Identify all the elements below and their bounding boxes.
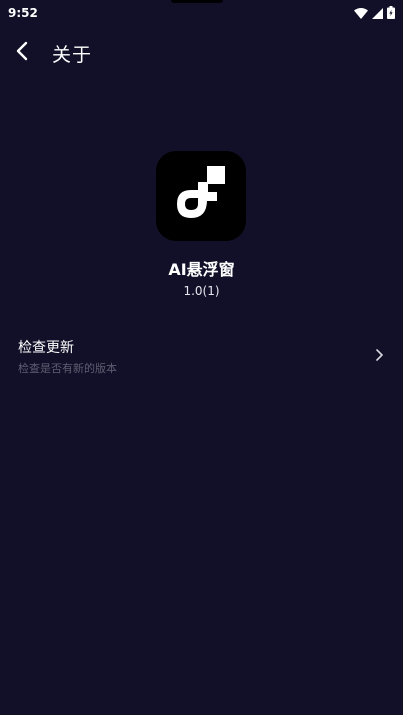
page-title: 关于 xyxy=(52,43,93,66)
wifi-icon xyxy=(354,4,368,23)
app-name: AI悬浮窗 xyxy=(168,260,235,279)
check-update-row[interactable]: 检查更新 检查是否有新的版本 xyxy=(0,330,403,380)
camera-notch xyxy=(171,0,223,3)
back-arrow-icon xyxy=(15,41,29,65)
status-icons xyxy=(354,4,395,23)
app-version: 1.0(1) xyxy=(183,284,220,298)
app-bar: 关于 xyxy=(0,30,403,76)
app-logo xyxy=(156,151,246,241)
chevron-right-icon xyxy=(373,347,385,361)
app-logo-icon xyxy=(169,162,233,230)
check-update-title: 检查更新 xyxy=(18,340,74,356)
status-bar: 9:52 xyxy=(0,0,403,26)
back-button[interactable] xyxy=(0,31,44,75)
status-time: 9:52 xyxy=(8,6,38,20)
battery-icon xyxy=(387,4,395,23)
check-update-subtitle: 检查是否有新的版本 xyxy=(18,362,117,375)
signal-icon xyxy=(372,4,383,23)
about-screen: 9:52 关于 AI悬浮窗 1.0(1) 检查更新 检查是否有新的版本 xyxy=(0,0,403,715)
